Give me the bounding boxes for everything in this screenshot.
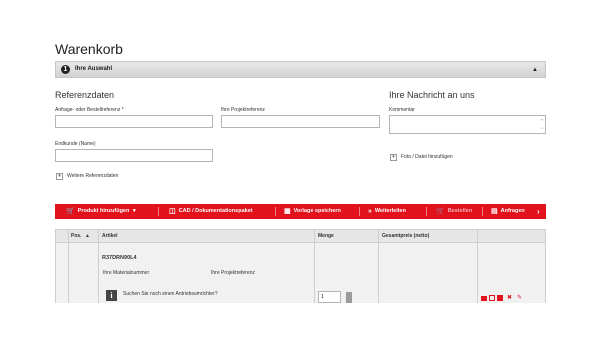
- column-divider: [314, 243, 315, 303]
- referenzdaten-heading: Referenzdaten: [55, 90, 115, 100]
- anfragen-label: Anfragen: [500, 208, 525, 214]
- column-divider: [477, 243, 478, 303]
- kommentar-textarea[interactable]: ︿ ﹀: [389, 115, 546, 134]
- scroll-down-icon[interactable]: ﹀: [540, 128, 544, 132]
- toolbar-divider: [275, 207, 276, 216]
- accordion-your-selection[interactable]: 1 Ihre Auswahl ▲: [55, 61, 546, 78]
- bestellen-label: Bestellen: [447, 208, 473, 214]
- quantity-input[interactable]: 1: [318, 291, 341, 303]
- bestellen-button[interactable]: 🛒 Bestellen: [436, 204, 472, 219]
- chevron-right-icon[interactable]: ›: [537, 204, 540, 219]
- article-code[interactable]: R37DRN90L4: [102, 255, 137, 261]
- accordion-title: Ihre Auswahl: [75, 66, 113, 72]
- weiterleiten-button[interactable]: » Weiterleiten: [368, 204, 406, 219]
- weitere-referenzdaten-toggle[interactable]: ▾: [56, 173, 63, 180]
- foto-datei-toggle[interactable]: ▾: [390, 154, 397, 161]
- cart-table-header: Pos. ▲ Artikel Menge Gesamtpreis (netto): [55, 229, 546, 243]
- copy-icon[interactable]: [489, 295, 495, 301]
- column-divider: [68, 230, 69, 242]
- step-number-badge: 1: [61, 65, 70, 74]
- save-icon: ▦: [284, 208, 291, 215]
- cad-dokumentation-label: CAD / Dokumentationspaket: [178, 208, 253, 214]
- column-header-menge: Menge: [318, 233, 334, 239]
- anfragen-button[interactable]: ▤ Anfragen: [491, 204, 525, 219]
- cart-icon: 🛒: [66, 208, 75, 215]
- table-row: R37DRN90L4 Ihre Materialnummer Ihre Proj…: [55, 243, 546, 303]
- projektreferenz-input[interactable]: [221, 115, 380, 128]
- cart-toolbar: 🛒 Produkt hinzufügen ▾ ◫ CAD / Dokumentati…: [55, 204, 546, 219]
- chevron-down-icon: ▾: [58, 173, 61, 179]
- endkunde-input[interactable]: [55, 149, 213, 162]
- cad-dokumentation-button[interactable]: ◫ CAD / Dokumentationspaket: [169, 204, 253, 219]
- cart-icon[interactable]: [481, 296, 487, 301]
- column-divider: [378, 230, 379, 242]
- document-icon[interactable]: [497, 295, 503, 301]
- nachricht-heading: Ihre Nachricht an uns: [389, 90, 475, 100]
- cube-icon: ◫: [169, 208, 176, 215]
- weitere-referenzdaten-label[interactable]: Weitere Referenzdaten: [67, 173, 118, 179]
- cart-icon: 🛒: [436, 208, 445, 215]
- document-icon: ▤: [491, 208, 498, 215]
- page-title: Warenkorb: [55, 41, 123, 57]
- toolbar-divider: [482, 207, 483, 216]
- chevron-down-icon: ▾: [392, 154, 395, 160]
- column-header-pos[interactable]: Pos. ▲: [71, 230, 90, 242]
- foto-datei-label[interactable]: Foto / Datei hinzufügen: [401, 154, 453, 160]
- info-icon: i: [106, 290, 117, 301]
- column-divider: [378, 243, 379, 303]
- anfrage-referenz-input[interactable]: [55, 115, 213, 128]
- weiterleiten-label: Weiterleiten: [374, 208, 406, 214]
- column-divider: [68, 243, 69, 303]
- chevron-up-icon[interactable]: ▲: [532, 66, 538, 74]
- produkt-hinzufuegen-label: Produkt hinzufügen: [77, 208, 130, 214]
- anfrage-label: Anfrage- oder Bestellreferenz *: [55, 107, 124, 113]
- info-text: Suchen Sie noch einen Antriebsumrichter?: [123, 291, 218, 297]
- toolbar-divider: [158, 207, 159, 216]
- column-divider: [98, 230, 99, 242]
- vorlage-speichern-label: Vorlage speichern: [293, 208, 341, 214]
- column-divider: [314, 230, 315, 242]
- column-divider: [98, 243, 99, 303]
- toolbar-divider: [426, 207, 427, 216]
- column-header-artikel: Artikel: [102, 233, 118, 239]
- column-header-gesamtpreis: Gesamtpreis (netto): [382, 233, 430, 239]
- edit-icon[interactable]: ✎: [517, 295, 522, 301]
- vorlage-speichern-button[interactable]: ▦ Vorlage speichern: [284, 204, 341, 219]
- sort-asc-icon[interactable]: ▲: [85, 233, 90, 239]
- chevron-down-icon: ▾: [132, 208, 136, 214]
- forward-icon: »: [368, 208, 372, 215]
- scroll-up-icon[interactable]: ︿: [540, 117, 544, 121]
- toolbar-divider: [359, 207, 360, 216]
- projektreferenz-row-label: Ihre Projektreferenz: [211, 270, 255, 276]
- column-divider: [477, 230, 478, 242]
- endkunde-label: Endkunde (Name): [55, 141, 96, 147]
- quantity-stepper[interactable]: [346, 292, 352, 303]
- materialnummer-label: Ihre Materialnummer: [103, 270, 150, 276]
- kommentar-label: Kommentar: [389, 107, 415, 113]
- delete-icon[interactable]: ✖: [507, 295, 512, 301]
- produkt-hinzufuegen-button[interactable]: 🛒 Produkt hinzufügen ▾: [66, 204, 136, 219]
- projektreferenz-label: Ihre Projektreferenz: [221, 107, 265, 113]
